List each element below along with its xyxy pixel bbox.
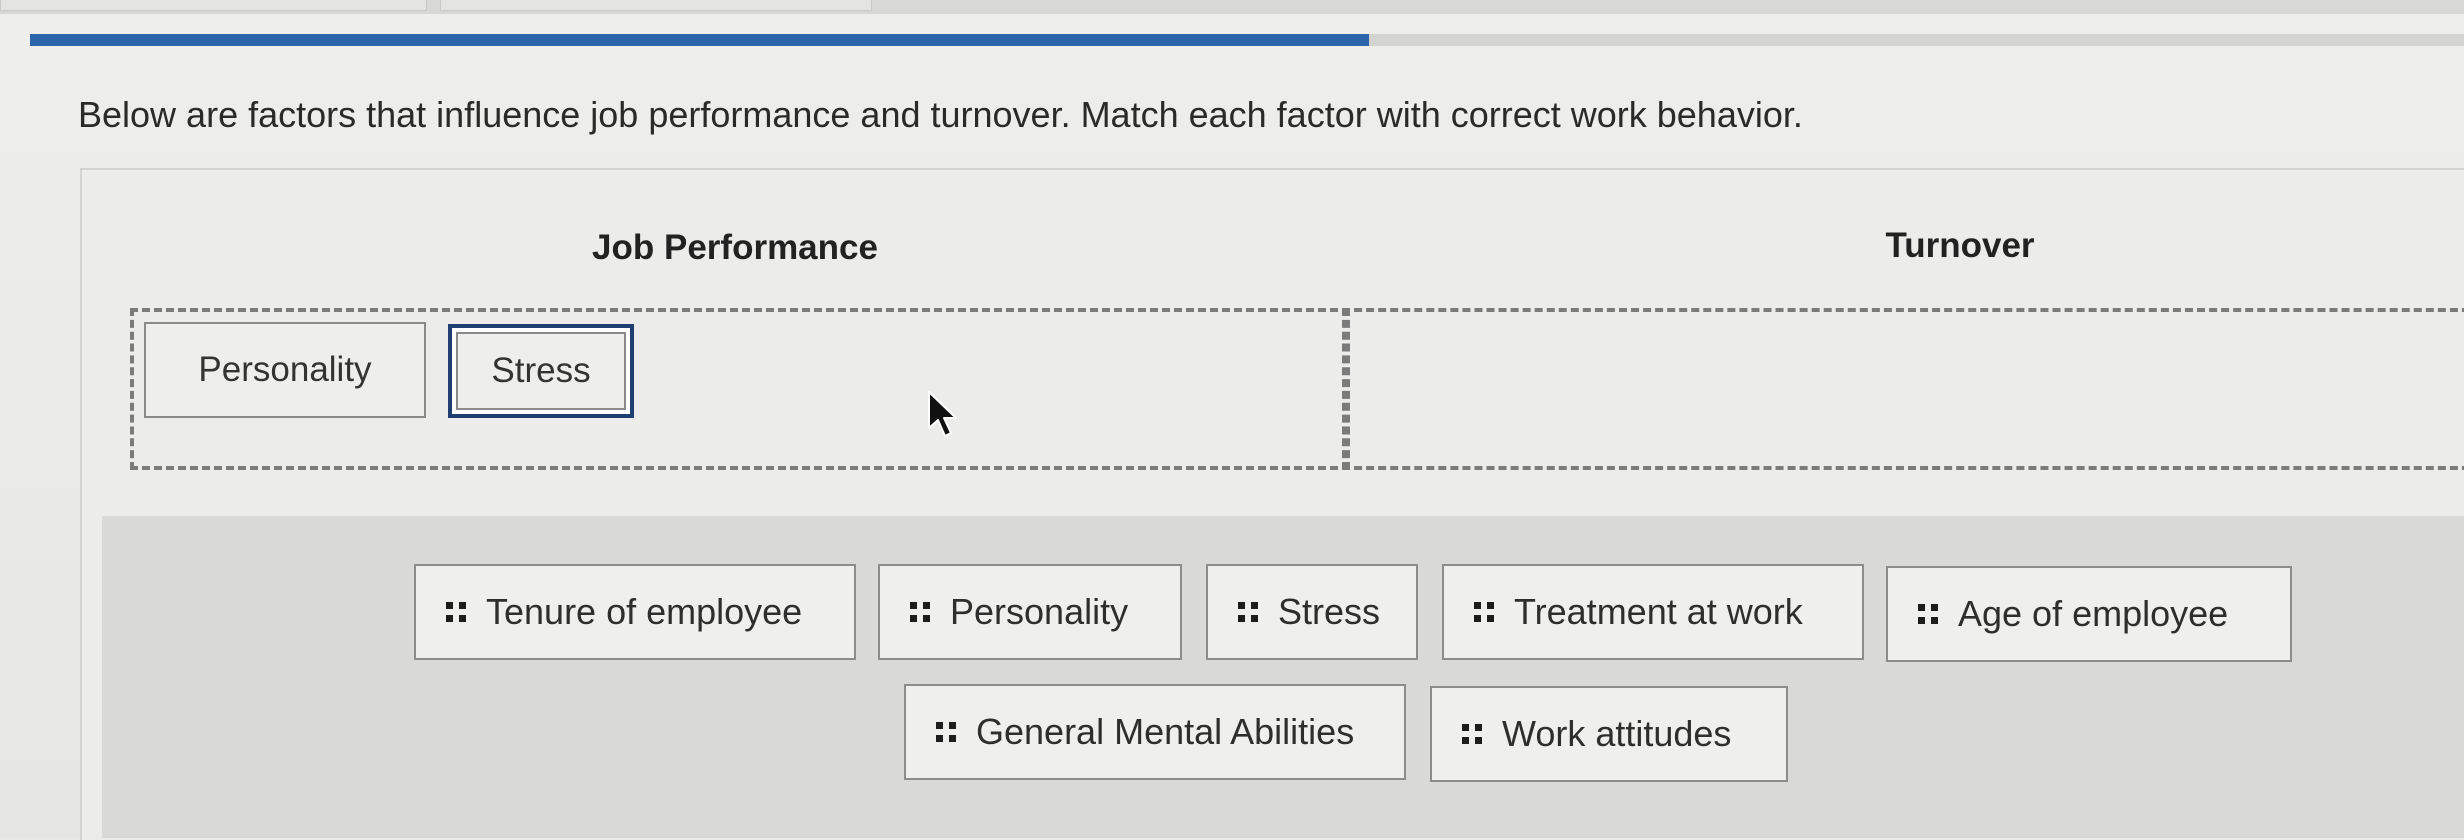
chip-label: Personality [950,591,1129,632]
column-header-turnover: Turnover [1885,226,2035,265]
chip-treatment-at-work[interactable]: Treatment at work [1442,564,1864,660]
browser-tab[interactable] [0,0,427,11]
drag-handle-icon [1474,602,1494,622]
column-header-job-performance: Job Performance [592,228,878,267]
drag-handle-icon [1238,602,1258,622]
chip-tenure-of-employee[interactable]: Tenure of employee [414,564,856,660]
chip-label: Treatment at work [1514,591,1803,632]
drop-zone-turnover[interactable] [1342,308,2464,470]
chip-work-attitudes[interactable]: Work attitudes [1430,686,1788,782]
progress-bar-fill [30,34,1369,46]
question-text: Below are factors that influence job per… [78,94,1803,135]
placed-item-stress[interactable]: Stress [448,324,634,418]
quiz-screen: Below are factors that influence job per… [0,0,2464,840]
drag-handle-icon [446,602,466,622]
mouse-pointer-icon [928,391,957,437]
placed-item-label: Personality [198,350,372,389]
drag-handle-icon [936,722,956,742]
chip-age-of-employee[interactable]: Age of employee [1886,566,2292,662]
drag-handle-icon [910,602,930,622]
drag-handle-icon [1462,724,1482,744]
chip-label: Age of employee [1958,593,2229,634]
placed-item-label: Stress [491,351,591,390]
chip-label: Tenure of employee [486,591,803,632]
chip-general-mental-abilities[interactable]: General Mental Abilities [904,684,1406,780]
browser-tab-strip [0,0,2464,14]
chip-label: Stress [1278,591,1381,632]
chip-stress[interactable]: Stress [1206,564,1418,660]
browser-tab[interactable] [440,0,872,11]
placed-item-personality[interactable]: Personality [144,322,426,418]
chip-label: General Mental Abilities [976,711,1355,752]
drag-handle-icon [1918,604,1938,624]
chip-label: Work attitudes [1502,713,1732,754]
progress-bar [30,34,2464,46]
chip-personality[interactable]: Personality [878,564,1182,660]
